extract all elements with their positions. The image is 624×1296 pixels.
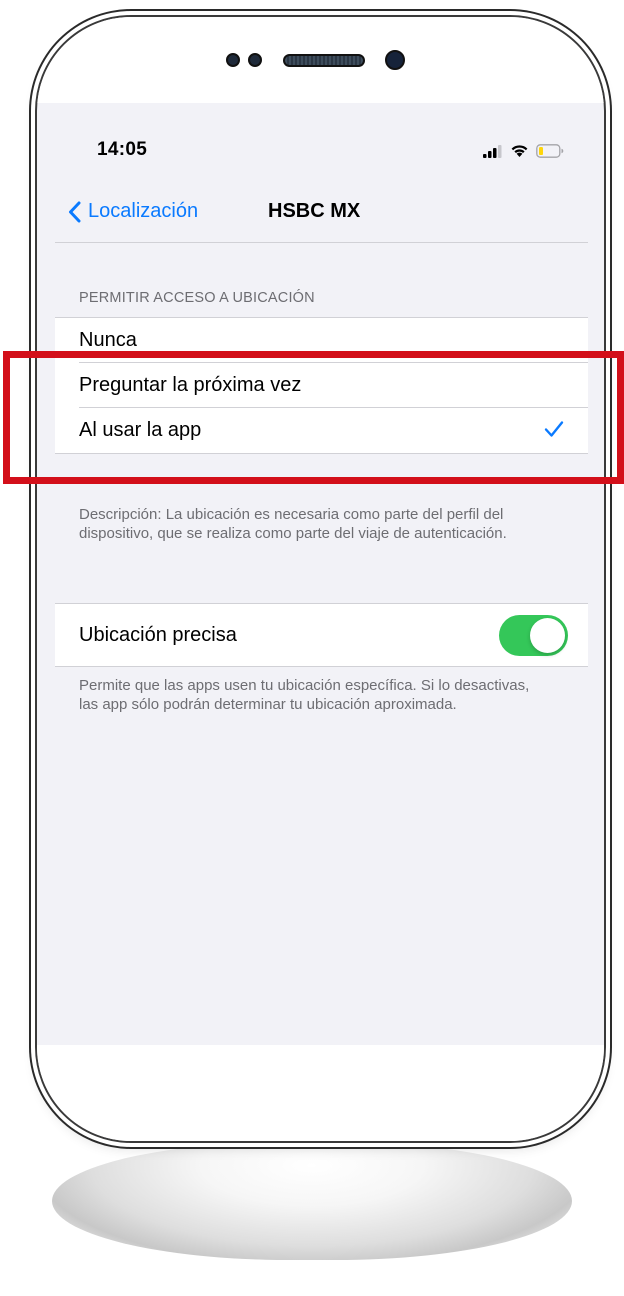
- status-bar: 14:05: [55, 103, 588, 178]
- precise-location-group: Ubicación precisa: [55, 603, 588, 667]
- signal-icon: [483, 144, 502, 158]
- status-icons: [483, 143, 564, 159]
- phone-top-bezel: [37, 17, 604, 103]
- sensor-dot: [248, 53, 262, 67]
- location-description: Descripción: La ubicación es necesaria c…: [79, 506, 507, 542]
- phone-bottom-bezel: [37, 1045, 604, 1141]
- option-label: Preguntar la próxima vez: [79, 374, 302, 396]
- back-button[interactable]: Localización: [68, 200, 198, 223]
- section-header-location-access: PERMITIR ACCESO A UBICACIÓN: [79, 290, 315, 306]
- toggle-knob: [530, 618, 565, 653]
- status-time: 14:05: [97, 139, 148, 160]
- option-while-using[interactable]: Al usar la app: [55, 408, 588, 453]
- checkmark-icon: [544, 421, 564, 437]
- phone-shadow: [52, 1142, 572, 1260]
- chevron-left-icon: [69, 201, 81, 222]
- front-camera: [385, 50, 405, 70]
- option-label: Al usar la app: [79, 419, 202, 441]
- back-label: Localización: [88, 200, 199, 222]
- screen: 14:05 Localización HSBC MX PERMITIR ACCE…: [55, 103, 588, 1047]
- option-label: Nunca: [79, 329, 137, 351]
- wifi-icon: [511, 145, 528, 157]
- sensor-dot: [226, 53, 240, 67]
- phone-frame: 14:05 Localización HSBC MX PERMITIR ACCE…: [35, 15, 606, 1143]
- earpiece-speaker: [283, 54, 365, 67]
- precise-location-description: Permite que las apps usen tu ubicación e…: [79, 677, 530, 713]
- precise-location-label: Ubicación precisa: [79, 623, 237, 646]
- battery-icon: [536, 144, 564, 158]
- precise-location-toggle[interactable]: [499, 615, 568, 656]
- precise-location-row: Ubicación precisa: [55, 604, 588, 666]
- location-options-group: Nunca Preguntar la próxima vez Al usar l…: [55, 317, 588, 454]
- option-ask-next-time[interactable]: Preguntar la próxima vez: [55, 363, 588, 408]
- page-title: HSBC MX: [268, 200, 361, 222]
- option-never[interactable]: Nunca: [55, 318, 588, 363]
- navigation-bar: Localización HSBC MX: [55, 178, 588, 243]
